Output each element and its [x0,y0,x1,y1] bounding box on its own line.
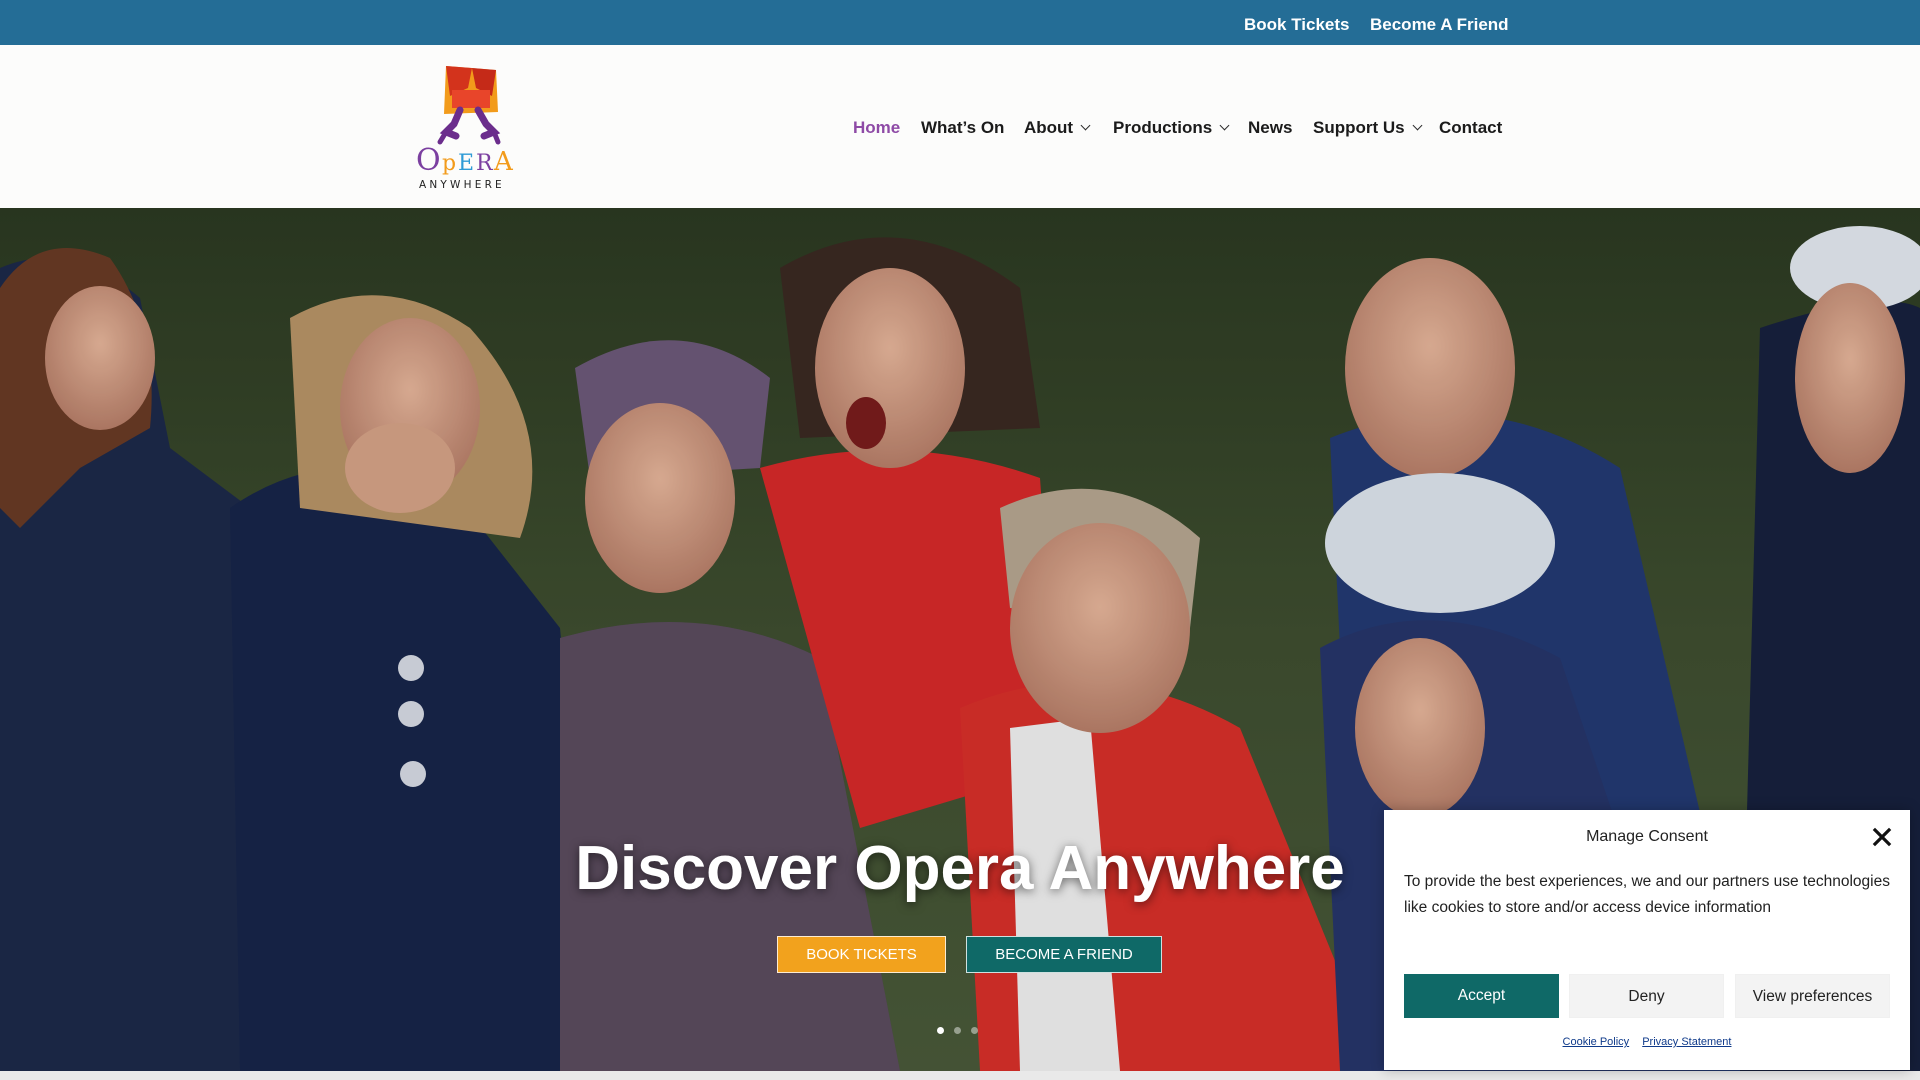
nav-whats-on[interactable]: What’s On [921,115,1004,141]
nav-contact[interactable]: Contact [1439,115,1502,141]
nav-support-us-label: Support Us [1313,118,1405,137]
svg-text:p: p [442,151,456,176]
deny-button[interactable]: Deny [1569,974,1724,1018]
svg-text:O: O [416,143,441,178]
accept-button[interactable]: Accept [1404,974,1559,1018]
svg-text:R: R [476,151,494,176]
nav-productions[interactable]: Productions [1113,115,1230,141]
consent-message: To provide the best experiences, we and … [1404,873,1890,916]
svg-text:A: A [493,147,514,177]
hero-become-friend-button[interactable]: BECOME A FRIEND [966,936,1162,973]
chevron-down-icon [1219,120,1230,131]
nav-about[interactable]: About [1024,115,1091,141]
top-bar: Book Tickets Become A Friend [0,0,1920,45]
hero-book-tickets-button[interactable]: BOOK TICKETS [777,936,946,973]
view-preferences-button[interactable]: View preferences [1735,974,1890,1018]
close-icon[interactable] [1871,826,1893,848]
nav-support-us[interactable]: Support Us [1313,115,1423,141]
site-header: O p E R A ANYWHERE Home What’s On About … [0,45,1920,208]
top-book-tickets-link[interactable]: Book Tickets [1244,0,1350,45]
nav-home[interactable]: Home [853,115,900,141]
nav-news[interactable]: News [1248,115,1292,141]
chevron-down-icon [1080,120,1091,131]
consent-links: Cookie Policy Privacy Statement [1384,1036,1910,1048]
chevron-down-icon [1412,120,1423,131]
top-become-friend-link[interactable]: Become A Friend [1370,0,1509,45]
svg-text:ANYWHERE: ANYWHERE [419,179,505,191]
slider-dot-3[interactable] [971,1027,978,1034]
svg-text:E: E [458,151,474,176]
slider-dot-1[interactable] [937,1027,944,1034]
slider-dot-2[interactable] [954,1027,961,1034]
theatre-curtain-icon: O p E R A ANYWHERE [416,66,514,191]
nav-productions-label: Productions [1113,118,1213,137]
cookie-policy-link[interactable]: Cookie Policy [1563,1036,1630,1048]
consent-title: Manage Consent [1586,828,1708,845]
nav-about-label: About [1024,118,1074,137]
page-bottom-strip [0,1071,1920,1080]
cookie-consent-dialog: Manage Consent To provide the best exper… [1384,810,1910,1070]
privacy-statement-link[interactable]: Privacy Statement [1642,1036,1731,1048]
opera-anywhere-logo[interactable]: O p E R A ANYWHERE [416,62,526,197]
